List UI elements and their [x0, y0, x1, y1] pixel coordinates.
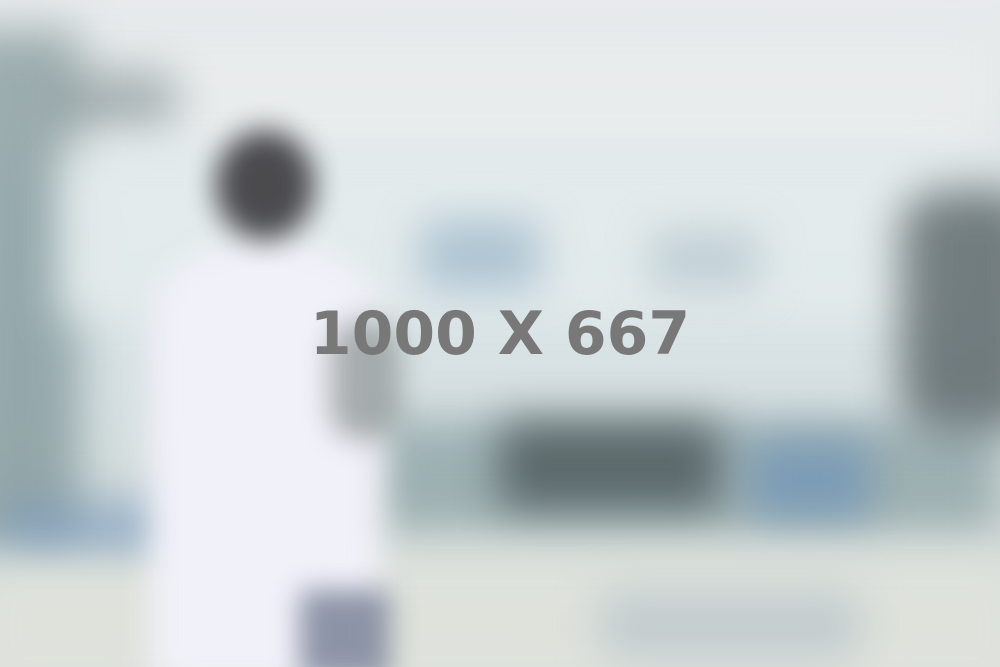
bench-blue-container: [750, 440, 870, 520]
cabinet-shade: [420, 220, 540, 290]
placeholder-image: 1000 X 667: [0, 0, 1000, 667]
left-fixture: [60, 70, 180, 130]
scientist-legs: [300, 590, 390, 667]
dimension-label: 1000 X 667: [309, 299, 691, 369]
cabinet-shade-secondary: [650, 230, 760, 290]
bench-equipment: [500, 420, 720, 510]
floor-shadow: [600, 590, 860, 660]
scientist-head: [215, 130, 315, 240]
